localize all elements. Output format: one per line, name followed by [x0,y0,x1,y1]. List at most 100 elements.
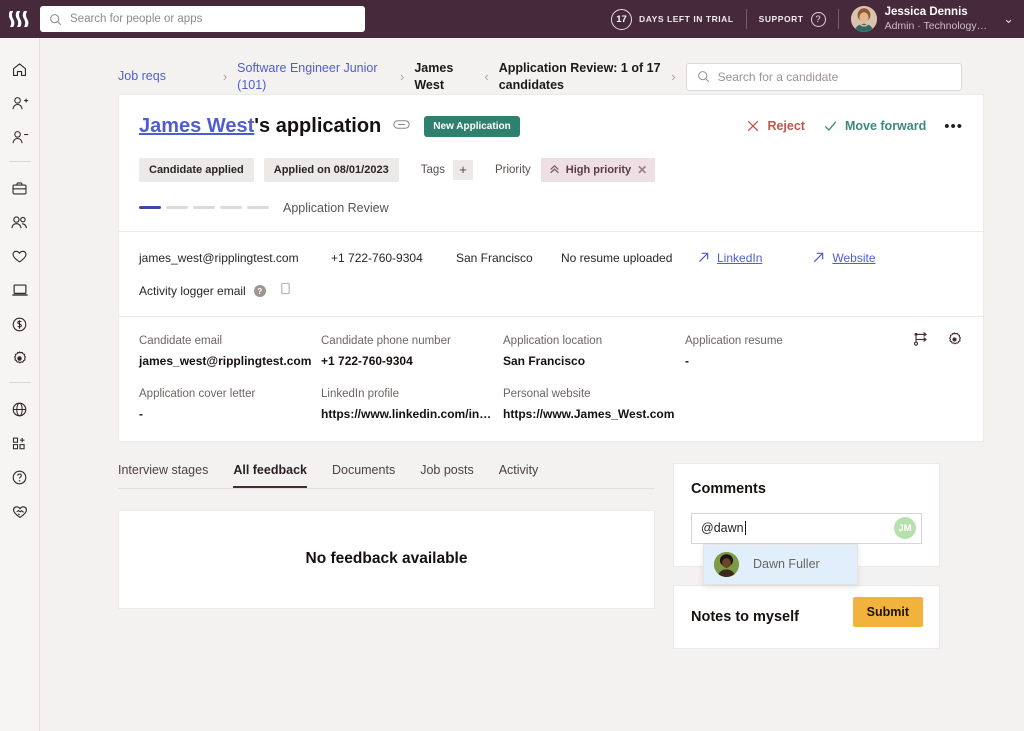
linkedin-link[interactable]: LinkedIn [697,251,762,265]
remove-priority-icon[interactable]: ✕ [637,163,647,177]
sidebar-item-devices[interactable] [0,273,40,307]
search-icon [697,71,709,83]
tab-all-feedback[interactable]: All feedback [233,463,307,488]
comments-heading: Comments [691,480,766,497]
gear-icon[interactable] [946,331,963,353]
details-row: Application cover letter - LinkedIn prof… [139,388,963,421]
detail-value: - [685,353,689,368]
sidebar-item-remove-person[interactable] [0,120,40,154]
submit-button[interactable]: Submit [852,596,923,627]
sidebar-item-settings[interactable] [0,341,40,375]
website-link[interactable]: Website [812,251,876,265]
tab-activity[interactable]: Activity [499,463,539,488]
copy-icon[interactable] [280,282,291,300]
main-content: Job reqs › Software Engineer Junior (101… [40,38,1024,731]
help-icon[interactable]: ? [253,284,266,297]
breadcrumb-item-current: Application Review: 1 of 17 candidates [498,61,661,92]
apps-add-icon [12,437,25,449]
stage-segment [193,206,215,210]
sidebar-item-payroll[interactable] [0,307,40,341]
heart-icon [12,250,27,263]
tab-documents[interactable]: Documents [332,463,395,488]
detail-value: https://www.James_West.com [503,406,675,421]
check-icon [824,121,837,132]
search-icon [50,13,62,25]
mention-option-dawn-fuller[interactable]: Dawn Fuller [704,544,857,584]
share-nodes-icon[interactable] [913,331,930,353]
move-forward-button[interactable]: Move forward [823,119,926,133]
support-link[interactable]: SUPPORT [759,14,804,24]
comments-column: Comments @dawn JM Submit Dawn Fuller Not… [673,462,940,649]
tab-job-posts[interactable]: Job posts [420,463,474,488]
comment-input[interactable]: @dawn JM [691,512,922,544]
detail-cover-letter: Application cover letter - [139,388,321,421]
sidebar-item-partners[interactable] [0,494,40,528]
contact-resume-status: No resume uploaded [561,250,673,265]
user-menu[interactable]: Jessica Dennis Admin · Technology… [885,5,988,33]
rippling-logo[interactable] [0,0,40,38]
contact-phone: +1 722-760-9304 [331,250,423,265]
sidebar-item-jobs[interactable] [0,171,40,205]
sidebar-item-add-person[interactable] [0,86,40,120]
status-badge: New Application [424,115,520,137]
detail-candidate-phone: Candidate phone number +1 722-760-9304 [321,335,503,368]
priority-badge[interactable]: High priority ✕ [540,157,656,182]
help-icon[interactable]: ? [810,11,826,27]
chevron-left-icon[interactable]: ‹ [484,69,488,84]
stage-segment [139,206,161,210]
arrow-up-right-icon [698,252,709,263]
feedback-panel: No feedback available [118,509,655,609]
contact-summary: james_west@ripplingtest.com +1 722-760-9… [119,232,983,316]
tab-bar: Interview stages All feedback Documents … [118,463,655,489]
reject-label: Reject [767,119,805,134]
person-add-icon [11,96,28,109]
application-card-header: James West's application New Application [119,95,983,231]
feedback-column: Interview stages All feedback Documents … [118,463,655,649]
sidebar-item-apps[interactable] [0,426,40,460]
home-icon [12,62,27,76]
avatar[interactable] [850,6,877,32]
sidebar-item-global[interactable] [0,392,40,426]
detail-value: https://www.linkedin.com/in… [321,406,492,421]
status-chip-date: Applied on 08/01/2023 [263,157,399,182]
stage-segment [220,206,242,210]
detail-application-resume: Application resume - [685,335,867,368]
person-remove-icon [11,130,28,143]
briefcase-icon [12,181,27,194]
link-icon[interactable] [393,117,410,135]
sidebar-item-benefits[interactable] [0,239,40,273]
details-row: Candidate email james_west@ripplingtest.… [139,335,963,368]
add-tag-button[interactable]: + [452,159,473,180]
breadcrumb-item-candidate[interactable]: James West [414,60,474,94]
divider [837,9,839,29]
avatar: JM [894,517,916,540]
search-placeholder: Search for a candidate [717,69,839,84]
detail-value: San Francisco [503,353,586,368]
sidebar-item-home[interactable] [0,52,40,86]
reject-button[interactable]: Reject [746,119,805,133]
close-icon [748,120,759,132]
sidebar-item-help[interactable] [0,460,40,494]
comment-input-value: @dawn [701,521,744,536]
candidate-name-link[interactable]: James West [139,115,254,137]
chevron-down-icon[interactable]: ⌄ [1003,11,1014,27]
trial-label: DAYS LEFT IN TRIAL [639,14,734,24]
divider [745,9,747,29]
tab-interview-stages[interactable]: Interview stages [118,463,208,488]
double-chevron-up-icon [550,165,559,174]
topbar-right-cluster: 17 DAYS LEFT IN TRIAL SUPPORT ? Jessica … [611,0,1024,38]
more-dots-icon[interactable]: ••• [944,118,963,135]
search-input[interactable]: Search for a candidate [685,62,962,91]
detail-label: Candidate phone number [321,334,451,347]
next-candidate-icon[interactable]: › [671,69,675,84]
sidebar-item-people[interactable] [0,205,40,239]
stage-segment [166,206,188,210]
globe-icon [12,402,27,416]
breadcrumb-item-job-reqs[interactable]: Job reqs [118,68,213,85]
activity-logger-row: Activity logger email ? [139,282,963,300]
detail-label: Application resume [685,334,783,347]
global-search-input[interactable]: Search for people or apps [40,6,365,32]
trial-status[interactable]: 17 DAYS LEFT IN TRIAL [611,8,734,30]
breadcrumb-item-job[interactable]: Software Engineer Junior (101) [237,60,390,94]
page-title-suffix: 's application [254,114,382,137]
